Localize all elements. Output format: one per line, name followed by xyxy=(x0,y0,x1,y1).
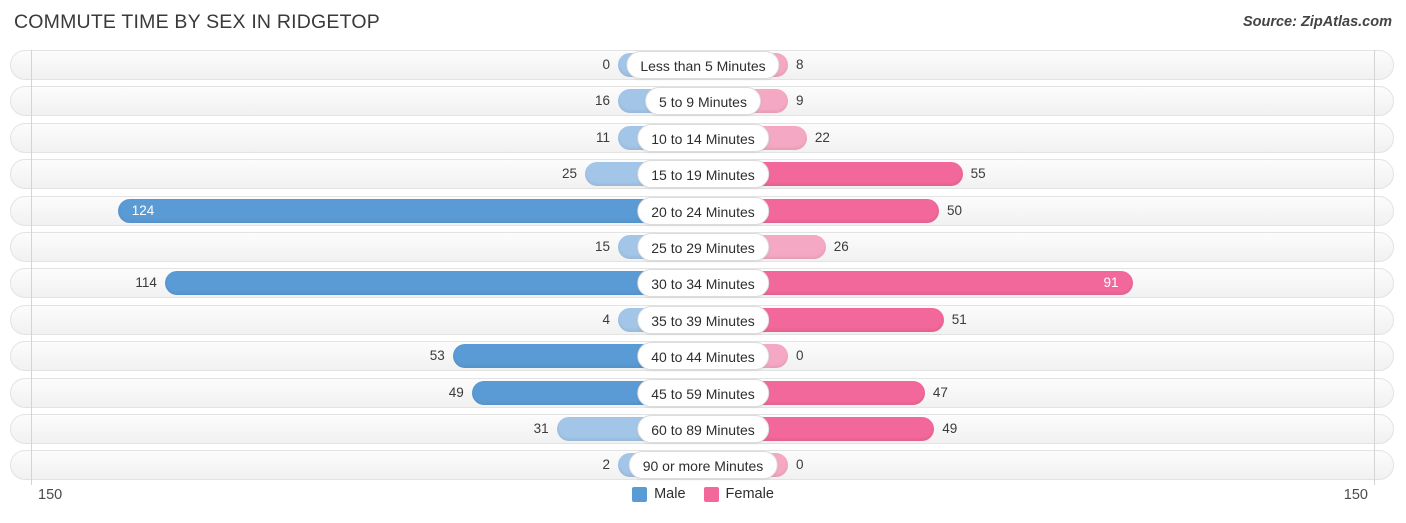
female-value-label: 51 xyxy=(951,311,967,327)
bar-row: 2 0 90 or more Minutes xyxy=(0,450,1406,481)
male-value-label: 25 xyxy=(561,166,577,182)
female-value-label: 49 xyxy=(942,420,958,436)
row-bars: 4 51 35 to 39 Minutes xyxy=(0,305,1406,335)
bar-row: 15 26 25 to 29 Minutes xyxy=(0,231,1406,262)
legend-swatch-icon xyxy=(632,486,648,502)
category-label-pill: Less than 5 Minutes xyxy=(626,51,780,79)
female-value-label: 26 xyxy=(833,238,849,254)
legend-item-female[interactable]: Female xyxy=(703,486,774,502)
bar-row: 11 22 10 to 14 Minutes xyxy=(0,122,1406,153)
plot-area: 0 8 Less than 5 Minutes 16 9 5 to 9 Minutes 11… xyxy=(0,50,1406,485)
bar-row: 25 55 15 to 19 Minutes xyxy=(0,159,1406,190)
row-bars: 16 9 5 to 9 Minutes xyxy=(0,86,1406,116)
female-value-label: 9 xyxy=(796,93,804,109)
row-bars: 53 0 40 to 44 Minutes xyxy=(0,341,1406,371)
male-bar[interactable] xyxy=(164,271,703,296)
row-bars: 31 49 60 to 89 Minutes xyxy=(0,414,1406,444)
legend-label: Male xyxy=(654,486,686,502)
bar-row: 31 49 60 to 89 Minutes xyxy=(0,413,1406,444)
category-label-pill: 5 to 9 Minutes xyxy=(645,87,761,116)
category-label-pill: 10 to 14 Minutes xyxy=(637,123,769,152)
page-title: COMMUTE TIME BY SEX IN RIDGETOP xyxy=(14,11,380,33)
female-value-label: 8 xyxy=(796,57,804,72)
male-bar[interactable] xyxy=(117,198,703,223)
bar-row: 16 9 5 to 9 Minutes xyxy=(0,86,1406,117)
male-value-label: 114 xyxy=(135,275,157,291)
row-bars: 49 47 45 to 59 Minutes xyxy=(0,378,1406,408)
female-value-label: 50 xyxy=(947,202,963,218)
male-value-label: 31 xyxy=(533,420,549,436)
category-label-pill: 45 to 59 Minutes xyxy=(637,378,769,407)
category-label-pill: 30 to 34 Minutes xyxy=(637,269,769,298)
chart-footer: 150 150 Male Female xyxy=(0,485,1406,523)
row-bars: 25 55 15 to 19 Minutes xyxy=(0,159,1406,189)
female-value-label: 22 xyxy=(814,129,830,145)
male-value-label: 11 xyxy=(595,129,610,145)
bar-rows: 0 8 Less than 5 Minutes 16 9 5 to 9 Minutes 11… xyxy=(0,50,1406,487)
male-value-label: 15 xyxy=(594,238,610,254)
female-value-label: 91 xyxy=(1103,275,1119,291)
source-attribution: Source: ZipAtlas.com xyxy=(1242,14,1392,30)
bar-row: 114 91 30 to 34 Minutes xyxy=(0,268,1406,299)
bar-row: 49 47 45 to 59 Minutes xyxy=(0,377,1406,408)
row-bars: 0 8 Less than 5 Minutes xyxy=(0,50,1406,80)
male-value-label: 2 xyxy=(602,457,610,473)
row-bars: 2 0 90 or more Minutes xyxy=(0,450,1406,480)
bar-row: 4 51 35 to 39 Minutes xyxy=(0,304,1406,335)
row-bars: 114 91 30 to 34 Minutes xyxy=(0,268,1406,298)
legend-label: Female xyxy=(725,486,774,502)
chart-header: COMMUTE TIME BY SEX IN RIDGETOP Source: … xyxy=(0,0,1406,46)
category-label-pill: 20 to 24 Minutes xyxy=(637,196,769,225)
category-label-pill: 40 to 44 Minutes xyxy=(637,342,769,371)
legend-item-male[interactable]: Male xyxy=(632,486,686,502)
female-value-label: 0 xyxy=(796,457,804,473)
female-value-label: 0 xyxy=(796,348,804,364)
row-bars: 15 26 25 to 29 Minutes xyxy=(0,232,1406,262)
category-label-pill: 90 or more Minutes xyxy=(628,451,778,480)
axis-line-right xyxy=(1374,50,1375,485)
axis-line-left xyxy=(31,50,32,485)
commute-time-chart: COMMUTE TIME BY SEX IN RIDGETOP Source: … xyxy=(0,0,1406,523)
bar-row: 53 0 40 to 44 Minutes xyxy=(0,341,1406,372)
row-bars: 124 50 20 to 24 Minutes xyxy=(0,196,1406,226)
male-value-label: 53 xyxy=(429,348,445,364)
category-label-pill: 35 to 39 Minutes xyxy=(637,305,769,334)
male-value-label: 4 xyxy=(602,311,610,327)
bar-row: 124 50 20 to 24 Minutes xyxy=(0,195,1406,226)
male-value-label: 0 xyxy=(602,57,610,72)
male-value-label: 49 xyxy=(448,384,464,400)
category-label-pill: 60 to 89 Minutes xyxy=(637,414,769,443)
category-label-pill: 15 to 19 Minutes xyxy=(637,160,769,189)
bar-row: 0 8 Less than 5 Minutes xyxy=(0,50,1406,80)
legend-swatch-icon xyxy=(703,486,719,502)
female-value-label: 47 xyxy=(932,384,948,400)
male-value-label: 124 xyxy=(131,202,155,218)
category-label-pill: 25 to 29 Minutes xyxy=(637,232,769,261)
male-value-label: 16 xyxy=(594,93,610,109)
female-value-label: 55 xyxy=(970,166,986,182)
legend: Male Female xyxy=(0,486,1406,502)
row-bars: 11 22 10 to 14 Minutes xyxy=(0,123,1406,153)
